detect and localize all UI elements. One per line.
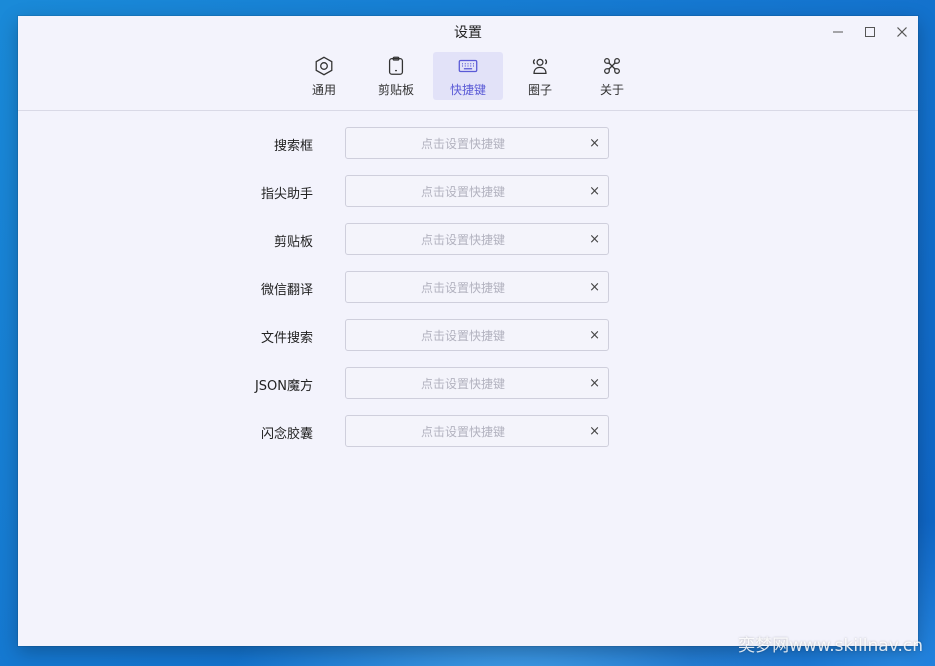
hotkey-label: 指尖助手 [260, 187, 313, 202]
hotkey-row-wechat-translate: 微信翻译 点击设置快捷键 × [18, 271, 918, 319]
close-button[interactable] [886, 16, 918, 48]
tab-about[interactable]: 关于 [577, 52, 647, 100]
tab-label: 剪贴板 [377, 82, 414, 97]
minimize-icon [833, 31, 843, 33]
hexagon-nut-icon [315, 56, 333, 75]
tab-label: 关于 [599, 82, 624, 97]
close-icon [897, 27, 907, 37]
hotkey-placeholder: 点击设置快捷键 [420, 376, 505, 391]
hotkey-label: 闪念胶囊 [260, 427, 313, 442]
settings-tabs: 通用 剪贴板 快捷键 圈子 关于 [18, 48, 918, 111]
hotkey-placeholder: 点击设置快捷键 [420, 136, 505, 151]
clear-hotkey-button[interactable]: × [589, 368, 600, 398]
clipboard-icon [388, 56, 404, 75]
settings-window: 设置 通用 剪贴板 快捷键 圈子 关于 搜索框 点击设置快捷键 × 指尖助手 点… [18, 16, 918, 646]
hotkey-label: 搜索框 [273, 139, 313, 154]
hotkey-placeholder: 点击设置快捷键 [420, 184, 505, 199]
clear-hotkey-button[interactable]: × [589, 224, 600, 254]
group-icon [532, 58, 548, 74]
keyboard-icon [458, 59, 478, 72]
hotkey-input[interactable]: 点击设置快捷键 × [345, 271, 609, 303]
hotkey-row-search: 搜索框 点击设置快捷键 × [18, 127, 918, 175]
minimize-button[interactable] [822, 16, 854, 48]
window-controls [822, 16, 918, 48]
tab-label: 圈子 [527, 82, 552, 97]
tab-circles[interactable]: 圈子 [505, 52, 575, 100]
hotkey-label: JSON魔方 [254, 379, 313, 394]
hotkey-input[interactable]: 点击设置快捷键 × [345, 367, 609, 399]
hotkey-label: 剪贴板 [273, 235, 313, 250]
hotkey-row-file-search: 文件搜索 点击设置快捷键 × [18, 319, 918, 367]
hotkey-input[interactable]: 点击设置快捷键 × [345, 175, 609, 207]
window-title: 设置 [454, 25, 482, 41]
hotkey-input[interactable]: 点击设置快捷键 × [345, 223, 609, 255]
hotkey-row-clipboard: 剪贴板 点击设置快捷键 × [18, 223, 918, 271]
tab-label: 快捷键 [449, 82, 486, 97]
title-bar[interactable]: 设置 [18, 16, 918, 48]
tab-label: 通用 [311, 82, 336, 97]
hotkey-input[interactable]: 点击设置快捷键 × [345, 127, 609, 159]
clear-hotkey-button[interactable]: × [589, 128, 600, 158]
hotkey-placeholder: 点击设置快捷键 [420, 280, 505, 295]
hotkey-settings-panel: 搜索框 点击设置快捷键 × 指尖助手 点击设置快捷键 × 剪贴板 点击设置快捷键… [18, 111, 918, 463]
hotkey-label: 文件搜索 [260, 331, 313, 346]
hotkey-input[interactable]: 点击设置快捷键 × [345, 415, 609, 447]
hotkey-input[interactable]: 点击设置快捷键 × [345, 319, 609, 351]
hotkey-row-json-cube: JSON魔方 点击设置快捷键 × [18, 367, 918, 415]
hotkey-label: 微信翻译 [260, 283, 313, 298]
command-icon [604, 57, 620, 74]
hotkey-row-flash-capsule: 闪念胶囊 点击设置快捷键 × [18, 415, 918, 463]
hotkey-placeholder: 点击设置快捷键 [420, 424, 505, 439]
maximize-icon [865, 27, 875, 37]
tab-general[interactable]: 通用 [289, 52, 359, 100]
hotkey-placeholder: 点击设置快捷键 [420, 328, 505, 343]
clear-hotkey-button[interactable]: × [589, 272, 600, 302]
clear-hotkey-button[interactable]: × [589, 320, 600, 350]
watermark: 奕梦网www.skillnav.cn [738, 636, 923, 656]
hotkey-row-fingertip-assistant: 指尖助手 点击设置快捷键 × [18, 175, 918, 223]
tab-clipboard[interactable]: 剪贴板 [361, 52, 431, 100]
clear-hotkey-button[interactable]: × [589, 416, 600, 446]
tab-hotkeys[interactable]: 快捷键 [433, 52, 503, 100]
hotkey-placeholder: 点击设置快捷键 [420, 232, 505, 247]
maximize-button[interactable] [854, 16, 886, 48]
clear-hotkey-button[interactable]: × [589, 176, 600, 206]
